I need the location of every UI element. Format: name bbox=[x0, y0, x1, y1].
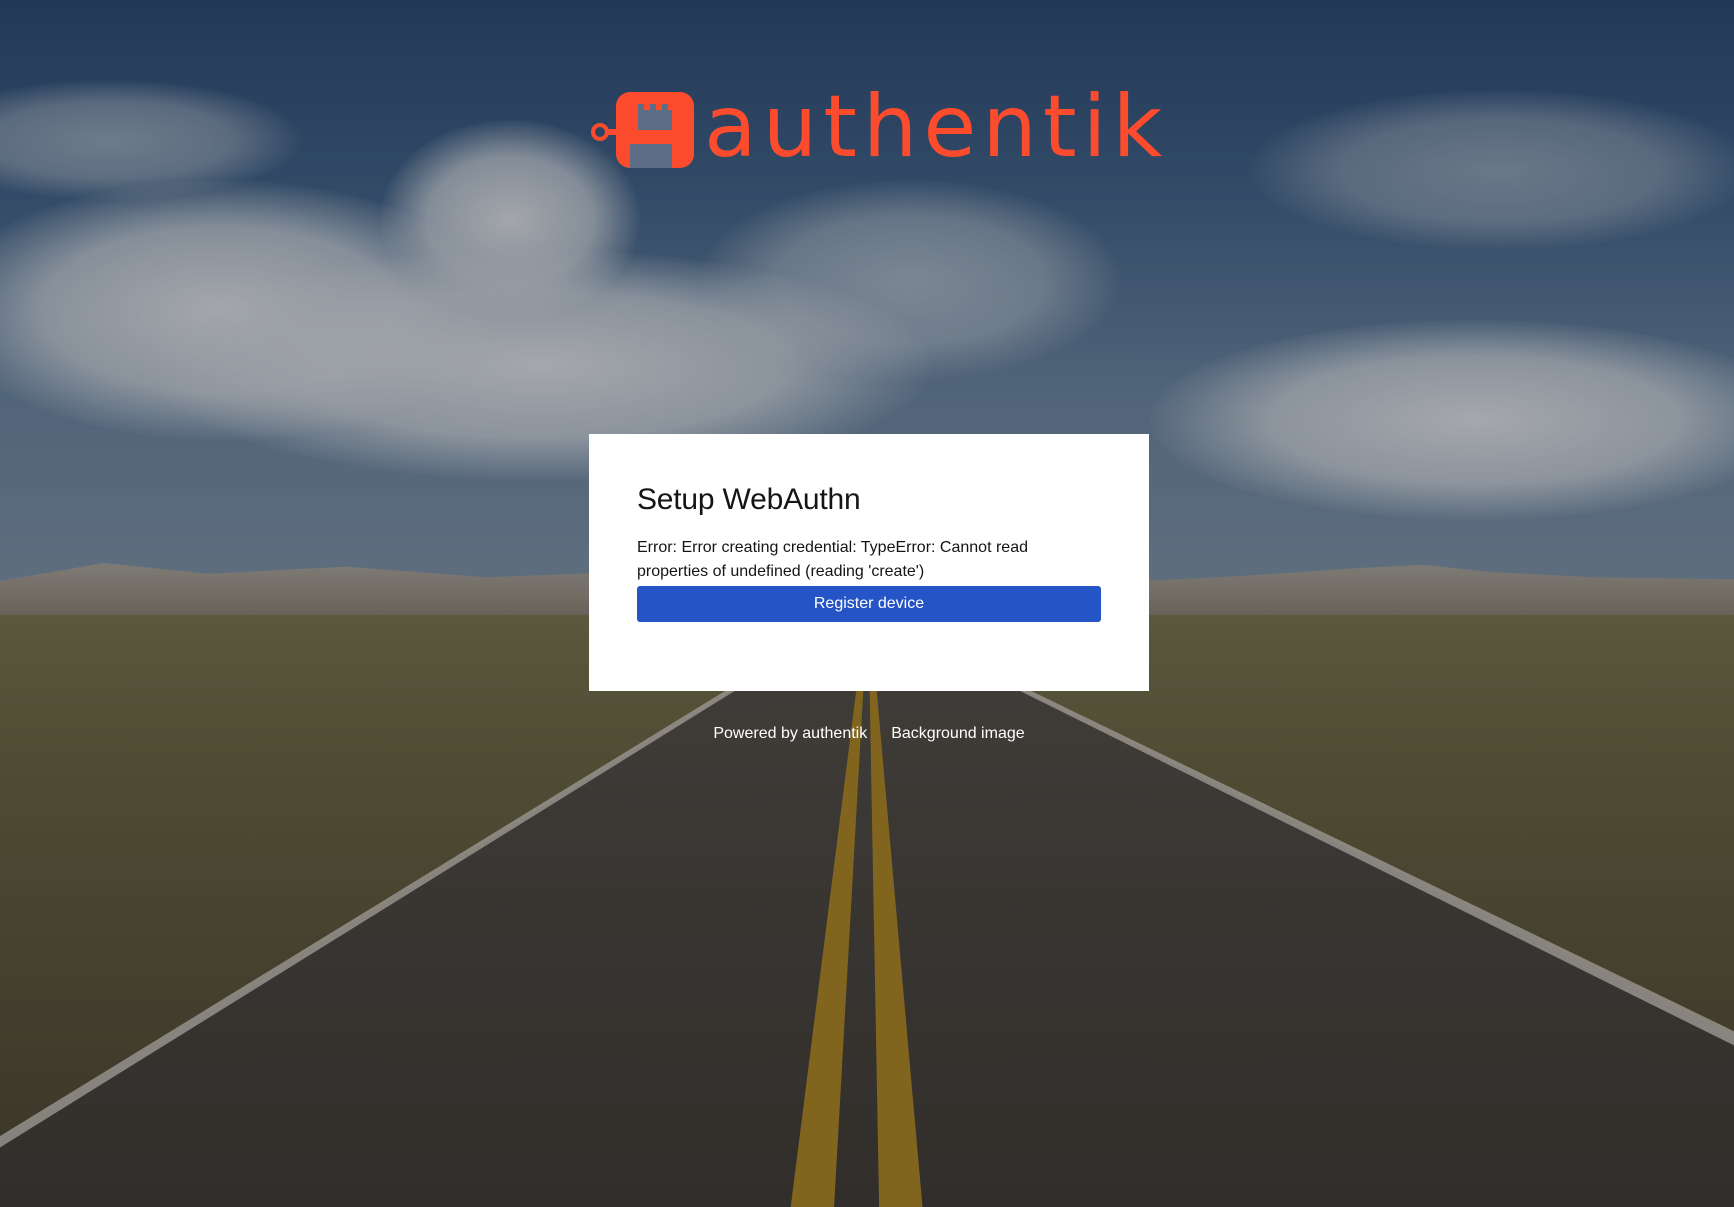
register-device-button[interactable]: Register device bbox=[637, 586, 1101, 622]
background-image-link[interactable]: Background image bbox=[891, 720, 1024, 748]
authentik-logo-icon bbox=[591, 92, 694, 168]
page-title: Setup WebAuthn bbox=[637, 483, 861, 516]
webauthn-setup-card: Setup WebAuthn Error: Error creating cre… bbox=[589, 434, 1149, 691]
error-message: Error: Error creating credential: TypeEr… bbox=[637, 539, 1028, 580]
footer-links: Powered by authentik Background image bbox=[589, 720, 1149, 748]
logo-wordmark: authentik bbox=[704, 77, 1169, 177]
powered-by-link[interactable]: Powered by authentik bbox=[713, 720, 867, 748]
brand-logo: authentik bbox=[590, 84, 1162, 174]
